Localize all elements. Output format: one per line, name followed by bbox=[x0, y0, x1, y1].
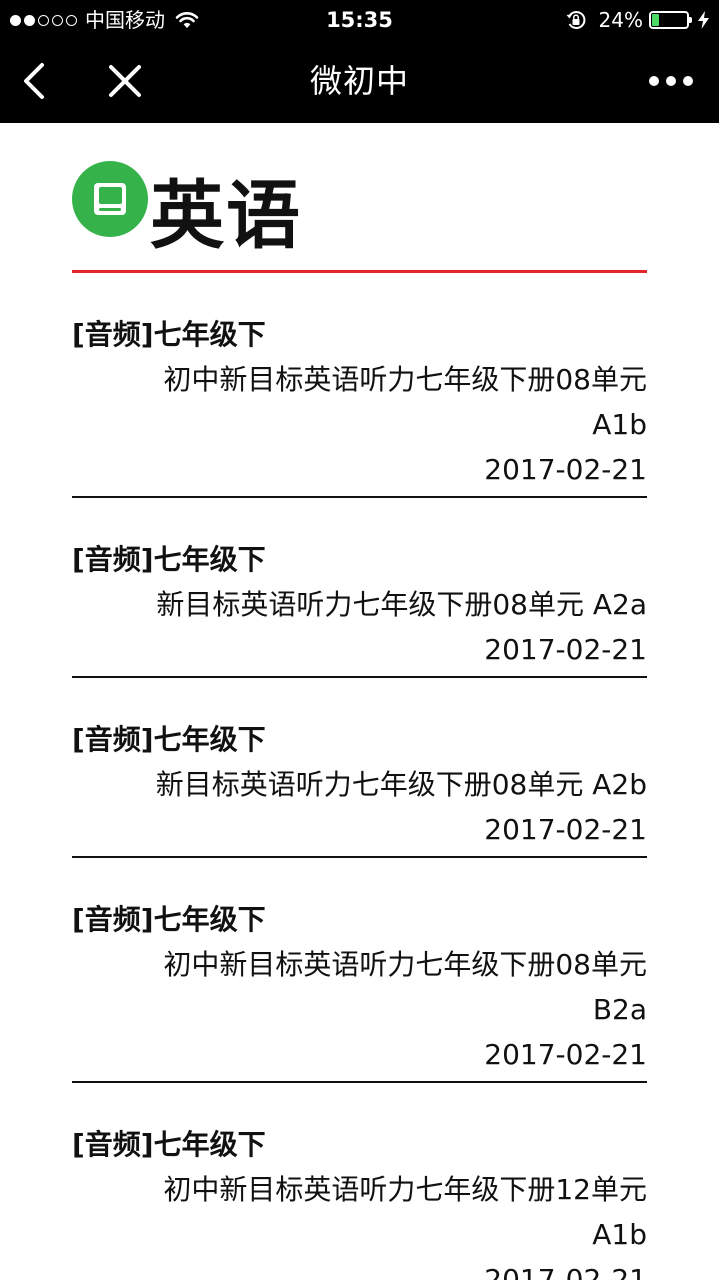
nav-title: 微初中 bbox=[309, 62, 409, 100]
rotation-lock-icon bbox=[565, 9, 587, 31]
article-title: 新目标英语听力七年级下册08单元 A2b bbox=[155, 768, 647, 801]
section-title: 英语 bbox=[150, 173, 302, 259]
article-date: 2017-02-21 bbox=[484, 1038, 647, 1071]
more-dots-icon bbox=[649, 76, 693, 86]
article-title: 新目标英语听力七年级下册08单元 A2a bbox=[156, 588, 647, 621]
article-date: 2017-02-21 bbox=[484, 813, 647, 846]
nav-bar: 微初中 bbox=[0, 40, 719, 123]
status-right: 24% bbox=[565, 0, 709, 40]
article-category: [音频]七年级下 bbox=[72, 903, 266, 936]
list-item[interactable]: [音频]七年级下 新目标英语听力七年级下册08单元 A2a 2017-02-21 bbox=[72, 498, 647, 678]
article-category: [音频]七年级下 bbox=[72, 723, 266, 756]
book-icon bbox=[72, 161, 148, 237]
article-title: 初中新目标英语听力七年级下册12单元 A1b bbox=[163, 1173, 647, 1251]
list-item[interactable]: [音频]七年级下 新目标英语听力七年级下册08单元 A2b 2017-02-21 bbox=[72, 678, 647, 858]
list-item[interactable]: [音频]七年级下 初中新目标英语听力七年级下册08单元 A1b 2017-02-… bbox=[72, 273, 647, 498]
article-list: [音频]七年级下 初中新目标英语听力七年级下册08单元 A1b 2017-02-… bbox=[72, 273, 647, 1280]
charging-bolt-icon bbox=[698, 11, 709, 29]
article-date: 2017-02-21 bbox=[484, 453, 647, 486]
article-category: [音频]七年级下 bbox=[72, 318, 266, 351]
article-category: [音频]七年级下 bbox=[72, 543, 266, 576]
status-bar: 中国移动 15:35 24% bbox=[0, 0, 719, 40]
article-date: 2017-02-21 bbox=[484, 1263, 647, 1280]
more-button[interactable] bbox=[645, 60, 697, 102]
battery-icon bbox=[649, 11, 692, 29]
section-header: 英语 bbox=[72, 123, 647, 273]
list-item[interactable]: [音频]七年级下 初中新目标英语听力七年级下册08单元 B2a 2017-02-… bbox=[72, 858, 647, 1083]
list-item[interactable]: [音频]七年级下 初中新目标英语听力七年级下册12单元 A1b 2017-02-… bbox=[72, 1083, 647, 1280]
article-title: 初中新目标英语听力七年级下册08单元 A1b bbox=[163, 363, 647, 441]
app-screen: 中国移动 15:35 24% 微初中 英语 [音频]七年级下 初中新目标英语听力… bbox=[0, 0, 719, 1280]
battery-percent: 24% bbox=[598, 8, 643, 32]
battery-fill bbox=[652, 14, 659, 26]
content-area: 英语 [音频]七年级下 初中新目标英语听力七年级下册08单元 A1b 2017-… bbox=[72, 123, 647, 1280]
article-date: 2017-02-21 bbox=[484, 633, 647, 666]
article-category: [音频]七年级下 bbox=[72, 1128, 266, 1161]
article-title: 初中新目标英语听力七年级下册08单元 B2a bbox=[163, 948, 647, 1026]
